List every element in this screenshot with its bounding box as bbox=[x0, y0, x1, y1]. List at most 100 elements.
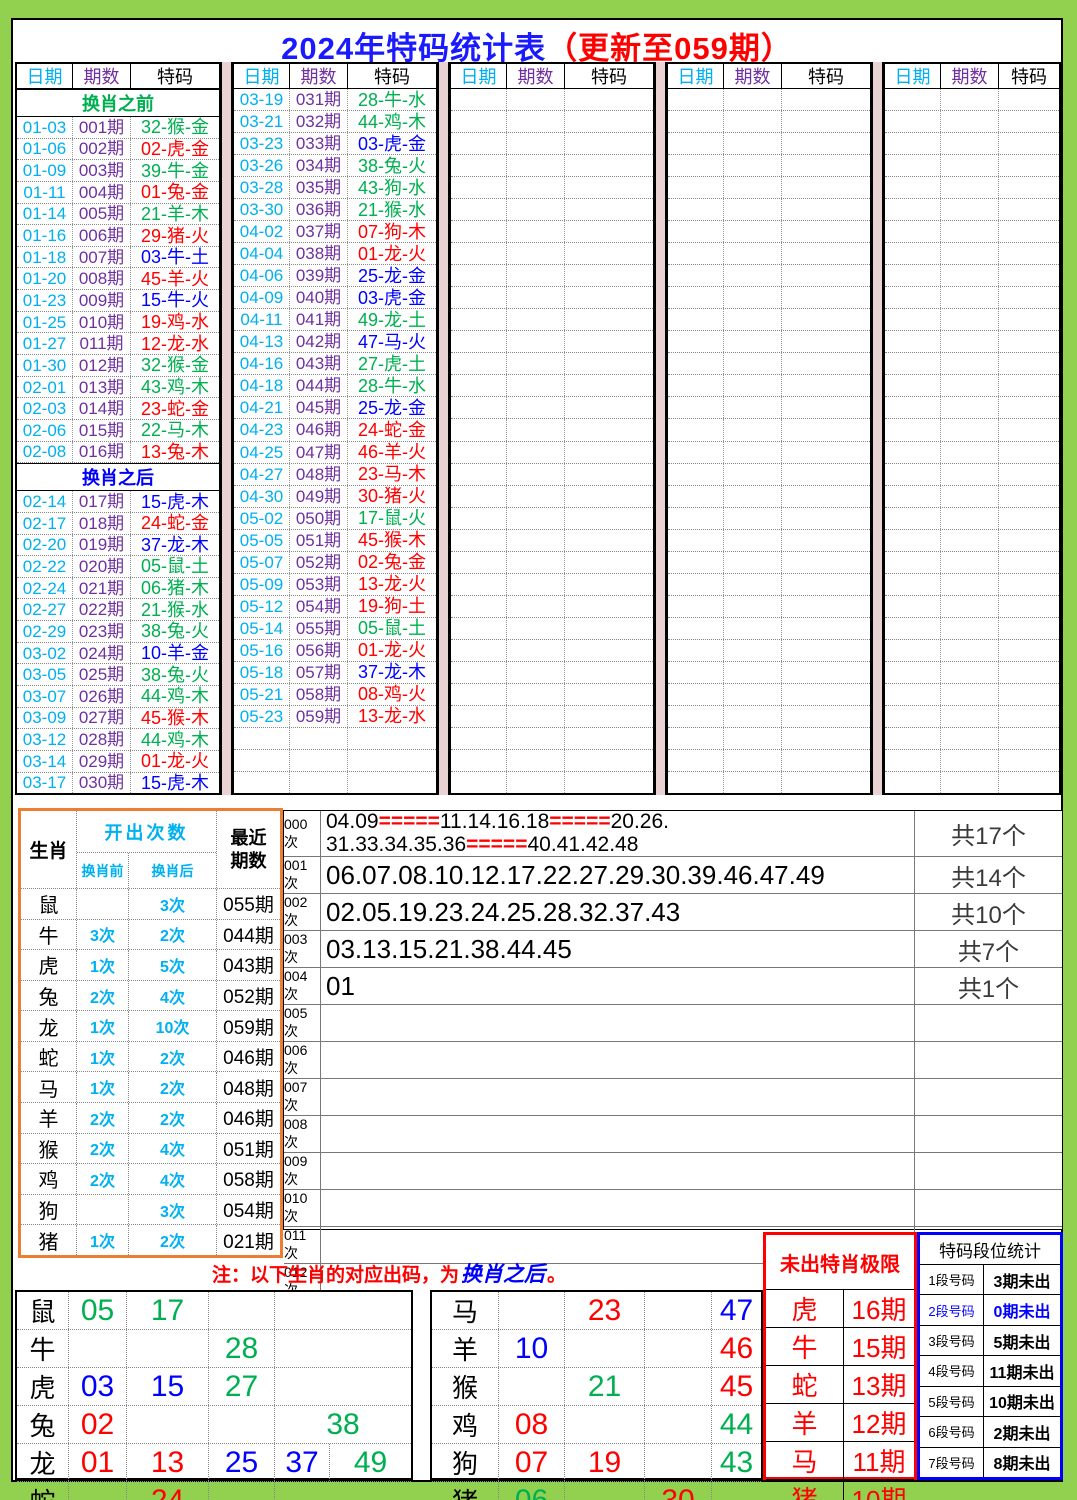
cell-date bbox=[885, 551, 941, 573]
times-before: 2次 bbox=[77, 980, 129, 1011]
unseen-zodiac-periods: 16期 bbox=[851, 1295, 907, 1325]
numbers-segment: 20.26. bbox=[610, 810, 669, 833]
cell-date bbox=[668, 573, 724, 595]
cell-special-code bbox=[999, 596, 1059, 617]
cell-special-code bbox=[999, 530, 1059, 551]
zodiac-number-cell bbox=[275, 1482, 411, 1500]
zodiac-name: 蛇 bbox=[17, 1482, 69, 1500]
header-before-change: 换肖前 bbox=[77, 853, 129, 888]
header-code: 特码 bbox=[808, 67, 844, 87]
cell-special-code bbox=[782, 640, 870, 661]
table-row: 05-12 054期 19-狗-土 bbox=[234, 595, 436, 618]
cell-special-code: 44-鸡-木 bbox=[140, 686, 209, 707]
frequency-count bbox=[915, 1005, 1062, 1041]
unseen-zodiac-row: 虎 16期 bbox=[766, 1290, 914, 1328]
cell-special-code: 23-蛇-金 bbox=[140, 398, 209, 419]
table-row: 04-06 039期 25-龙-金 bbox=[234, 265, 436, 288]
cell-date: 04-30 bbox=[234, 485, 290, 507]
cell-special-code bbox=[999, 331, 1059, 352]
table-row: 05-07 052期 02-兔-金 bbox=[234, 551, 436, 574]
cell-date bbox=[451, 551, 507, 573]
table-row bbox=[668, 617, 870, 640]
segment-value: 0期未出 bbox=[993, 1304, 1051, 1322]
cell-period: 024期 bbox=[73, 642, 131, 664]
zodiac-number-cell: 30 bbox=[645, 1482, 712, 1500]
frequency-count: 共17个 bbox=[951, 823, 1026, 851]
note-line: 注：以下生肖的对应出码，为 换肖之后。 bbox=[15, 1256, 763, 1290]
recent-period: 043期 bbox=[223, 956, 274, 978]
title-main: 2024年特码统计表 bbox=[281, 31, 547, 66]
cell-period bbox=[724, 529, 782, 551]
frequency-label: 003次 bbox=[284, 931, 321, 968]
cell-special-code: 29-猪-火 bbox=[140, 225, 209, 246]
cell-date bbox=[668, 507, 724, 529]
table-row: 03-26 034期 38-兔-火 bbox=[234, 155, 436, 178]
cell-special-code bbox=[999, 243, 1059, 264]
cell-special-code: 15-虎-木 bbox=[140, 772, 209, 793]
recent-period: 044期 bbox=[223, 925, 274, 947]
zodiac-number-cell bbox=[645, 1406, 712, 1443]
table-row: 04-23 046期 24-蛇-金 bbox=[234, 419, 436, 442]
zodiac-name: 鼠 bbox=[17, 1292, 69, 1329]
table-row: 01-11 004期 01-兔-金 bbox=[17, 181, 219, 204]
table-row: 04-09 040期 03-虎-金 bbox=[234, 287, 436, 310]
table-row bbox=[885, 617, 1059, 640]
recent-period: 046期 bbox=[223, 1048, 274, 1070]
table-row bbox=[451, 419, 653, 442]
table-row: 05-09 053期 13-龙-火 bbox=[234, 573, 436, 596]
cell-date bbox=[668, 287, 724, 309]
table-row: 01-06 002期 02-虎-金 bbox=[17, 138, 219, 161]
zodiac-name: 虎 bbox=[21, 950, 77, 980]
zodiac-name: 马 bbox=[432, 1292, 499, 1329]
cell-date: 04-11 bbox=[234, 309, 290, 331]
cell-special-code: 01-龙-火 bbox=[357, 243, 426, 264]
table-row bbox=[885, 529, 1059, 552]
cell-period bbox=[507, 265, 565, 287]
zodiac-numbers-grid-left: 鼠0517牛28虎031527兔0238龙0113253749蛇24 bbox=[15, 1290, 413, 1500]
cell-special-code bbox=[565, 662, 653, 683]
header-period: 期数 bbox=[724, 64, 782, 88]
table-row bbox=[234, 749, 436, 772]
recent-period: 059期 bbox=[223, 1017, 274, 1039]
cell-special-code bbox=[782, 772, 870, 793]
table-row bbox=[668, 507, 870, 530]
cell-special-code bbox=[782, 375, 870, 396]
cell-special-code bbox=[782, 706, 870, 727]
page: 2024年特码统计表（更新至059期） 日期 期数 特码 换肖之前 01-03 001期 3… bbox=[0, 0, 1077, 1500]
cell-period: 036期 bbox=[290, 199, 348, 221]
cell-period bbox=[724, 727, 782, 749]
cell-date bbox=[885, 199, 941, 221]
cell-special-code bbox=[782, 684, 870, 705]
cell-special-code bbox=[999, 706, 1059, 727]
cell-period bbox=[941, 661, 999, 683]
zodiac-number-cell: 37 bbox=[275, 1444, 330, 1481]
cell-period bbox=[941, 771, 999, 793]
cell-date: 05-12 bbox=[234, 595, 290, 617]
cell-period bbox=[941, 617, 999, 639]
table-row: 05-23 059期 13-龙-水 bbox=[234, 705, 436, 728]
table-row: 03-30 036期 21-猴-水 bbox=[234, 199, 436, 222]
segment-stats-row: 3段号码 5期未出 bbox=[920, 1325, 1060, 1357]
cell-special-code bbox=[565, 464, 653, 485]
cell-special-code bbox=[565, 684, 653, 705]
header-date: 日期 bbox=[17, 64, 73, 88]
table-row bbox=[668, 683, 870, 706]
header-date: 日期 bbox=[234, 64, 290, 88]
segment-value: 10期未出 bbox=[989, 1395, 1055, 1413]
table-row bbox=[451, 529, 653, 552]
table-row: 03-23 033期 03-虎-金 bbox=[234, 133, 436, 156]
cell-period bbox=[941, 243, 999, 265]
cell-special-code: 21-羊-木 bbox=[140, 203, 209, 224]
cell-date bbox=[451, 529, 507, 551]
cell-special-code: 44-鸡-木 bbox=[357, 111, 426, 132]
frequency-numbers bbox=[321, 1190, 915, 1227]
cell-special-code bbox=[999, 618, 1059, 639]
cell-special-code bbox=[782, 287, 870, 308]
cell-date bbox=[668, 419, 724, 441]
table-row bbox=[885, 243, 1059, 266]
zodiac-name: 龙 bbox=[17, 1444, 69, 1481]
table-rows: 03-19 031期 28-牛-水 03-21 032期 44-鸡-木 03-23 033期 0… bbox=[234, 89, 436, 793]
cell-date bbox=[451, 397, 507, 419]
zodiac-number-row: 兔 02 38 bbox=[17, 1406, 411, 1444]
cell-date bbox=[885, 397, 941, 419]
